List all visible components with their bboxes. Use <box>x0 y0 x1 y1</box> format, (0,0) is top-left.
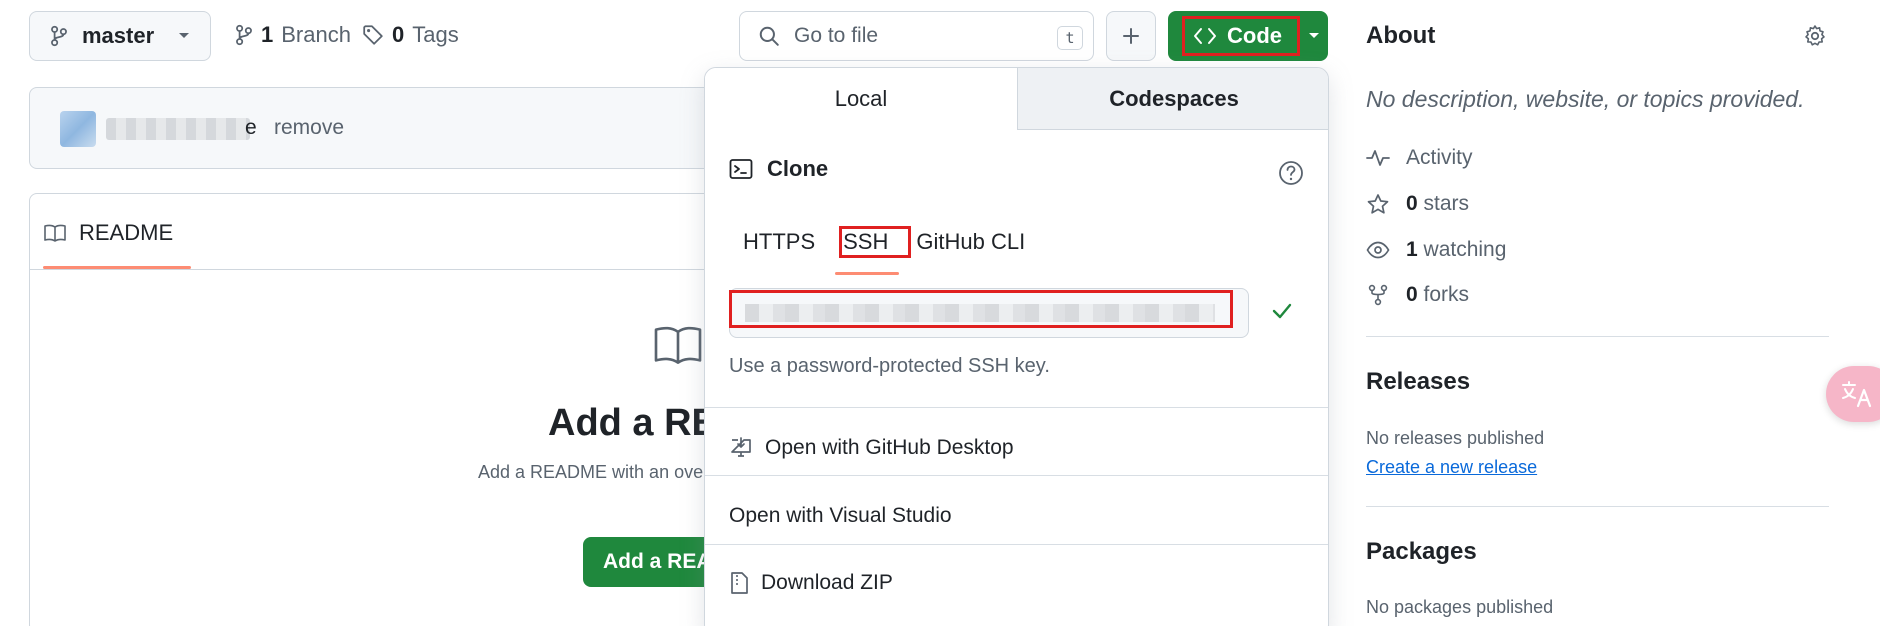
commit-message[interactable]: remove <box>274 116 344 140</box>
tags-link[interactable]: 0 Tags <box>362 22 459 48</box>
clone-url-highlight <box>729 290 1233 328</box>
check-icon[interactable] <box>1270 300 1294 322</box>
tag-icon <box>362 24 384 46</box>
protocol-tab-https[interactable]: HTTPS <box>729 224 829 260</box>
forks-count: 0 <box>1406 283 1418 306</box>
branches-link[interactable]: 1 Branch <box>235 22 351 48</box>
translate-icon[interactable] <box>1826 366 1880 422</box>
desktop-download-icon <box>729 436 753 460</box>
tag-count-label: Tags <box>412 22 459 47</box>
go-to-file-search[interactable]: Go to file t <box>739 11 1094 61</box>
branch-count: 1 <box>261 22 274 47</box>
stars-label: stars <box>1423 192 1470 215</box>
author-name-redacted <box>106 118 250 140</box>
add-readme-heading: Add a RE <box>548 402 717 444</box>
chevron-down-icon <box>178 32 190 40</box>
readme-tab[interactable]: README <box>43 220 173 246</box>
divider <box>29 269 719 270</box>
download-zip-label: Download ZIP <box>761 571 893 594</box>
tab-local[interactable]: Local <box>705 68 1017 130</box>
branch-icon <box>50 25 68 47</box>
code-button-label: Code <box>1227 23 1282 48</box>
ssh-hint: Use a password-protected SSH key. <box>729 355 1050 377</box>
watching-label: watching <box>1423 238 1507 261</box>
protocol-tab-github-cli[interactable]: GitHub CLI <box>902 224 1039 260</box>
releases-heading[interactable]: Releases <box>1366 368 1470 396</box>
branch-icon <box>235 24 253 46</box>
tab-codespaces[interactable]: Codespaces <box>1017 68 1328 130</box>
clone-label: Clone <box>767 156 829 181</box>
open-github-desktop-label: Open with GitHub Desktop <box>765 436 1014 459</box>
add-readme-description: Add a README with an ove <box>478 462 704 482</box>
open-github-desktop-item[interactable]: Open with GitHub Desktop <box>729 436 1014 460</box>
activity-link[interactable]: Activity <box>1366 146 1473 170</box>
divider <box>1366 506 1829 507</box>
book-icon <box>43 223 67 243</box>
stars-count: 0 <box>1406 192 1418 215</box>
search-icon <box>758 25 780 47</box>
clone-heading: Clone <box>729 156 828 182</box>
divider <box>705 407 1328 408</box>
activity-label: Activity <box>1406 146 1473 169</box>
commit-author-suffix: e <box>245 116 257 139</box>
code-button[interactable]: Code <box>1168 11 1328 61</box>
code-dropdown-panel: Local Codespaces Clone HTTPS SSH GitHub … <box>704 67 1329 626</box>
about-heading: About <box>1366 22 1436 49</box>
book-icon <box>651 323 705 367</box>
plus-icon <box>1121 26 1141 46</box>
add-file-button[interactable] <box>1106 11 1156 61</box>
branch-name: master <box>82 23 155 48</box>
ssh-highlight <box>839 226 912 258</box>
pulse-icon <box>1366 148 1390 168</box>
file-zip-icon <box>729 571 749 595</box>
watching-link[interactable]: 1 watching <box>1366 238 1506 262</box>
stars-link[interactable]: 0 stars <box>1366 192 1469 216</box>
tag-count: 0 <box>392 22 405 47</box>
help-icon[interactable] <box>1278 160 1304 186</box>
protocol-tab-ssh[interactable]: SSH <box>829 224 912 260</box>
divider <box>705 475 1328 476</box>
ssh-tab-underline <box>835 272 899 275</box>
watching-count: 1 <box>1406 238 1418 261</box>
star-icon <box>1366 193 1390 215</box>
forks-label: forks <box>1423 283 1470 306</box>
gear-icon[interactable] <box>1803 24 1827 48</box>
terminal-icon <box>729 158 753 180</box>
divider <box>1366 336 1829 337</box>
code-button-highlight: Code <box>1182 16 1300 56</box>
chevron-down-icon <box>1308 32 1320 40</box>
keyboard-shortcut-hint: t <box>1057 26 1083 50</box>
eye-icon <box>1366 240 1390 260</box>
add-readme-button-label: Add a REA <box>603 550 712 573</box>
branch-selector-button[interactable]: master <box>29 11 211 61</box>
protocol-tabs: HTTPS SSH GitHub CLI <box>729 224 1039 260</box>
divider <box>705 544 1328 545</box>
about-description: No description, website, or topics provi… <box>1366 86 1805 112</box>
forks-link[interactable]: 0 forks <box>1366 283 1469 307</box>
avatar[interactable] <box>60 111 96 147</box>
no-packages-text: No packages published <box>1366 597 1554 617</box>
no-releases-text: No releases published <box>1366 428 1545 448</box>
fork-icon <box>1366 284 1390 306</box>
branch-count-label: Branch <box>281 22 351 47</box>
dropdown-tabs: Local Codespaces <box>705 68 1328 130</box>
readme-tab-label: README <box>79 220 174 245</box>
download-zip-item[interactable]: Download ZIP <box>729 571 893 595</box>
code-icon <box>1193 27 1217 45</box>
open-visual-studio-item[interactable]: Open with Visual Studio <box>729 504 952 528</box>
create-release-link[interactable]: Create a new release <box>1366 457 1537 478</box>
search-placeholder: Go to file <box>794 24 879 47</box>
packages-heading[interactable]: Packages <box>1366 538 1477 566</box>
open-visual-studio-label: Open with Visual Studio <box>729 504 952 527</box>
